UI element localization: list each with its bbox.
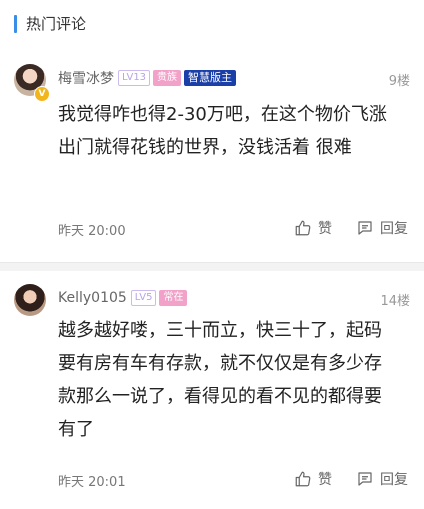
comment-footer: 昨天 20:00 赞 回复 [58,218,410,240]
comment-item: V 梅雪冰梦 LV13 贵族 智慧版主 9楼 我觉得咋也得2-30万吧，在这个物… [0,50,424,262]
section-accent-bar [14,15,17,33]
floor-number: 9楼 [388,74,410,89]
comment-content: 越多越好喽，三十而立，快三十了，起码要有房有车有存款，就不仅仅是有多少存款那么一… [58,320,382,440]
rank-badge: 常在 [159,290,188,306]
rank-badge: 贵族 [153,70,182,86]
reply-label: 回复 [380,221,408,237]
moderator-badge: 智慧版主 [184,70,237,86]
comment-time: 昨天 20:01 [58,475,126,490]
username[interactable]: Kelly0105 [58,290,127,306]
section-header: 热门评论 [0,0,424,46]
avatar[interactable] [14,284,46,316]
vip-badge: V [34,86,50,102]
like-label: 赞 [318,472,332,488]
like-button[interactable]: 赞 [294,218,332,238]
like-button[interactable]: 赞 [294,469,332,489]
comment-meta: 梅雪冰梦 LV13 贵族 智慧版主 [58,68,239,88]
thumbs-up-icon [295,220,311,236]
level-badge: LV13 [118,70,151,86]
level-badge: LV5 [130,290,157,306]
comment-icon [358,221,372,235]
comment-meta: Kelly0105 LV5 常在 [58,288,190,308]
comment-content: 我觉得咋也得2-30万吧，在这个物价飞涨 出门就得花钱的世界，没钱活着 很难 [58,104,387,158]
comment-item: Kelly0105 LV5 常在 14楼 越多越好喽，三十而立，快三十了，起码要… [0,270,424,509]
comment-time: 昨天 20:00 [58,224,126,239]
thumbs-up-icon [295,471,311,487]
like-label: 赞 [318,221,332,237]
floor-number: 14楼 [380,294,410,309]
reply-button[interactable]: 回复 [356,218,408,238]
comment-icon [358,472,372,486]
reply-button[interactable]: 回复 [356,469,408,489]
comment-footer: 昨天 20:01 赞 回复 [58,469,410,491]
username[interactable]: 梅雪冰梦 [58,68,114,88]
reply-label: 回复 [380,472,408,488]
section-title: 热门评论 [26,15,87,33]
